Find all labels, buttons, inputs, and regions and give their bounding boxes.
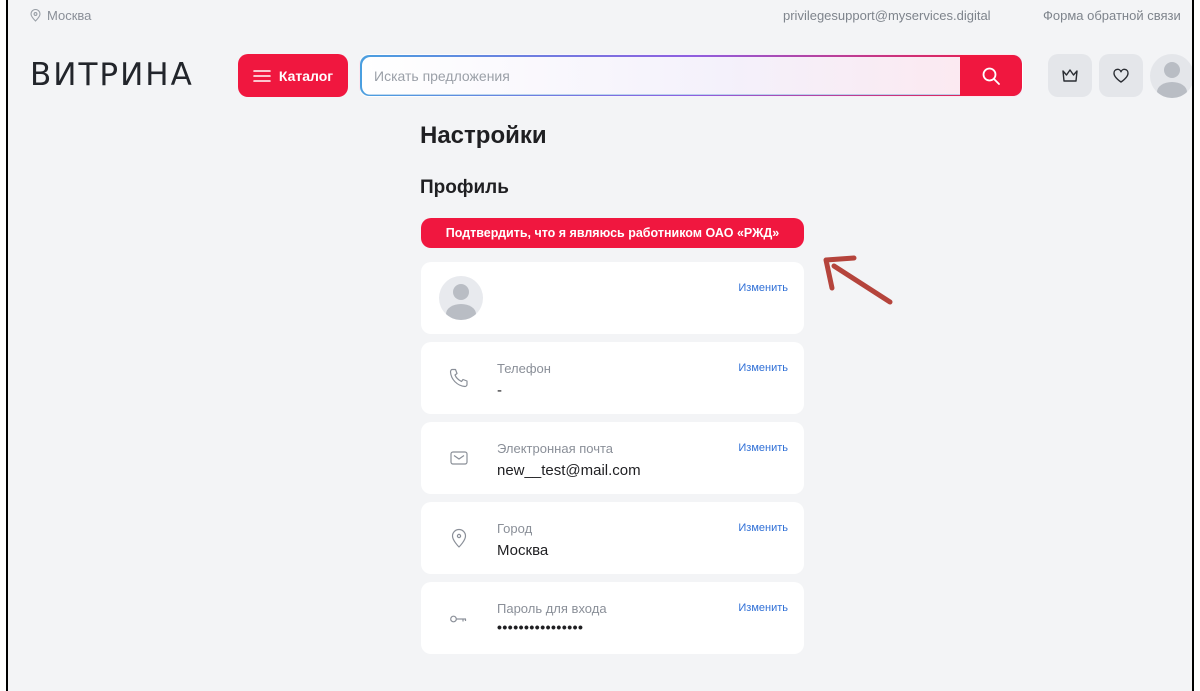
logo[interactable]: ВИТРИНА [30, 57, 194, 93]
city-field-label: Город [497, 521, 533, 536]
confirm-employee-button[interactable]: Подтвердить, что я являюсь работником ОА… [421, 218, 804, 248]
user-icon [1157, 62, 1187, 98]
phone-value: - [497, 382, 502, 399]
edit-password-link[interactable]: Изменить [738, 602, 788, 614]
favorites-button[interactable] [1099, 54, 1143, 97]
annotation-arrow-icon [823, 255, 893, 305]
edit-avatar-link[interactable]: Изменить [738, 282, 788, 294]
city-selector[interactable]: Москва [30, 8, 91, 23]
search-button[interactable] [960, 55, 1022, 96]
crown-icon [1062, 68, 1078, 82]
app-frame: Москва privilegesupport@myservices.digit… [6, 0, 1194, 691]
phone-icon [449, 368, 468, 388]
email-value: new__test@mail.com [497, 462, 641, 479]
feedback-link[interactable]: Форма обратной связи [1043, 8, 1181, 23]
email-label: Электронная почта [497, 441, 614, 456]
section-title: Профиль [420, 177, 509, 198]
edit-email-link[interactable]: Изменить [738, 442, 788, 454]
crown-button[interactable] [1048, 54, 1092, 97]
location-icon [451, 528, 467, 548]
mail-icon [450, 451, 468, 465]
header: ВИТРИНА Каталог [8, 40, 1192, 112]
location-pin-icon [30, 9, 41, 22]
city-card: Город Москва Изменить [421, 502, 804, 574]
phone-card: Телефон - Изменить [421, 342, 804, 414]
city-label: Москва [47, 8, 92, 23]
edit-phone-link[interactable]: Изменить [738, 362, 788, 374]
user-avatar[interactable] [1150, 54, 1192, 98]
page-title: Настройки [420, 122, 547, 149]
edit-city-link[interactable]: Изменить [738, 522, 788, 534]
profile-avatar[interactable] [439, 276, 483, 320]
catalog-button[interactable]: Каталог [238, 54, 348, 97]
menu-icon [253, 69, 271, 82]
password-value: •••••••••••••••• [497, 619, 584, 635]
catalog-label: Каталог [278, 67, 334, 84]
search-bar [359, 54, 1023, 97]
key-icon [450, 615, 467, 623]
top-strip: Москва privilegesupport@myservices.digit… [8, 0, 1192, 30]
profile-avatar-card: Изменить [421, 262, 804, 334]
heart-icon [1113, 68, 1129, 83]
phone-label: Телефон [497, 361, 551, 376]
email-card: Электронная почта new__test@mail.com Изм… [421, 422, 804, 494]
password-label: Пароль для входа [497, 601, 607, 616]
search-icon [982, 67, 1000, 85]
support-email-link[interactable]: privilegesupport@myservices.digital [783, 8, 991, 23]
city-value: Москва [497, 542, 549, 559]
password-card: Пароль для входа •••••••••••••••• Измени… [421, 582, 804, 654]
user-icon [446, 284, 476, 320]
search-input[interactable] [374, 55, 954, 96]
